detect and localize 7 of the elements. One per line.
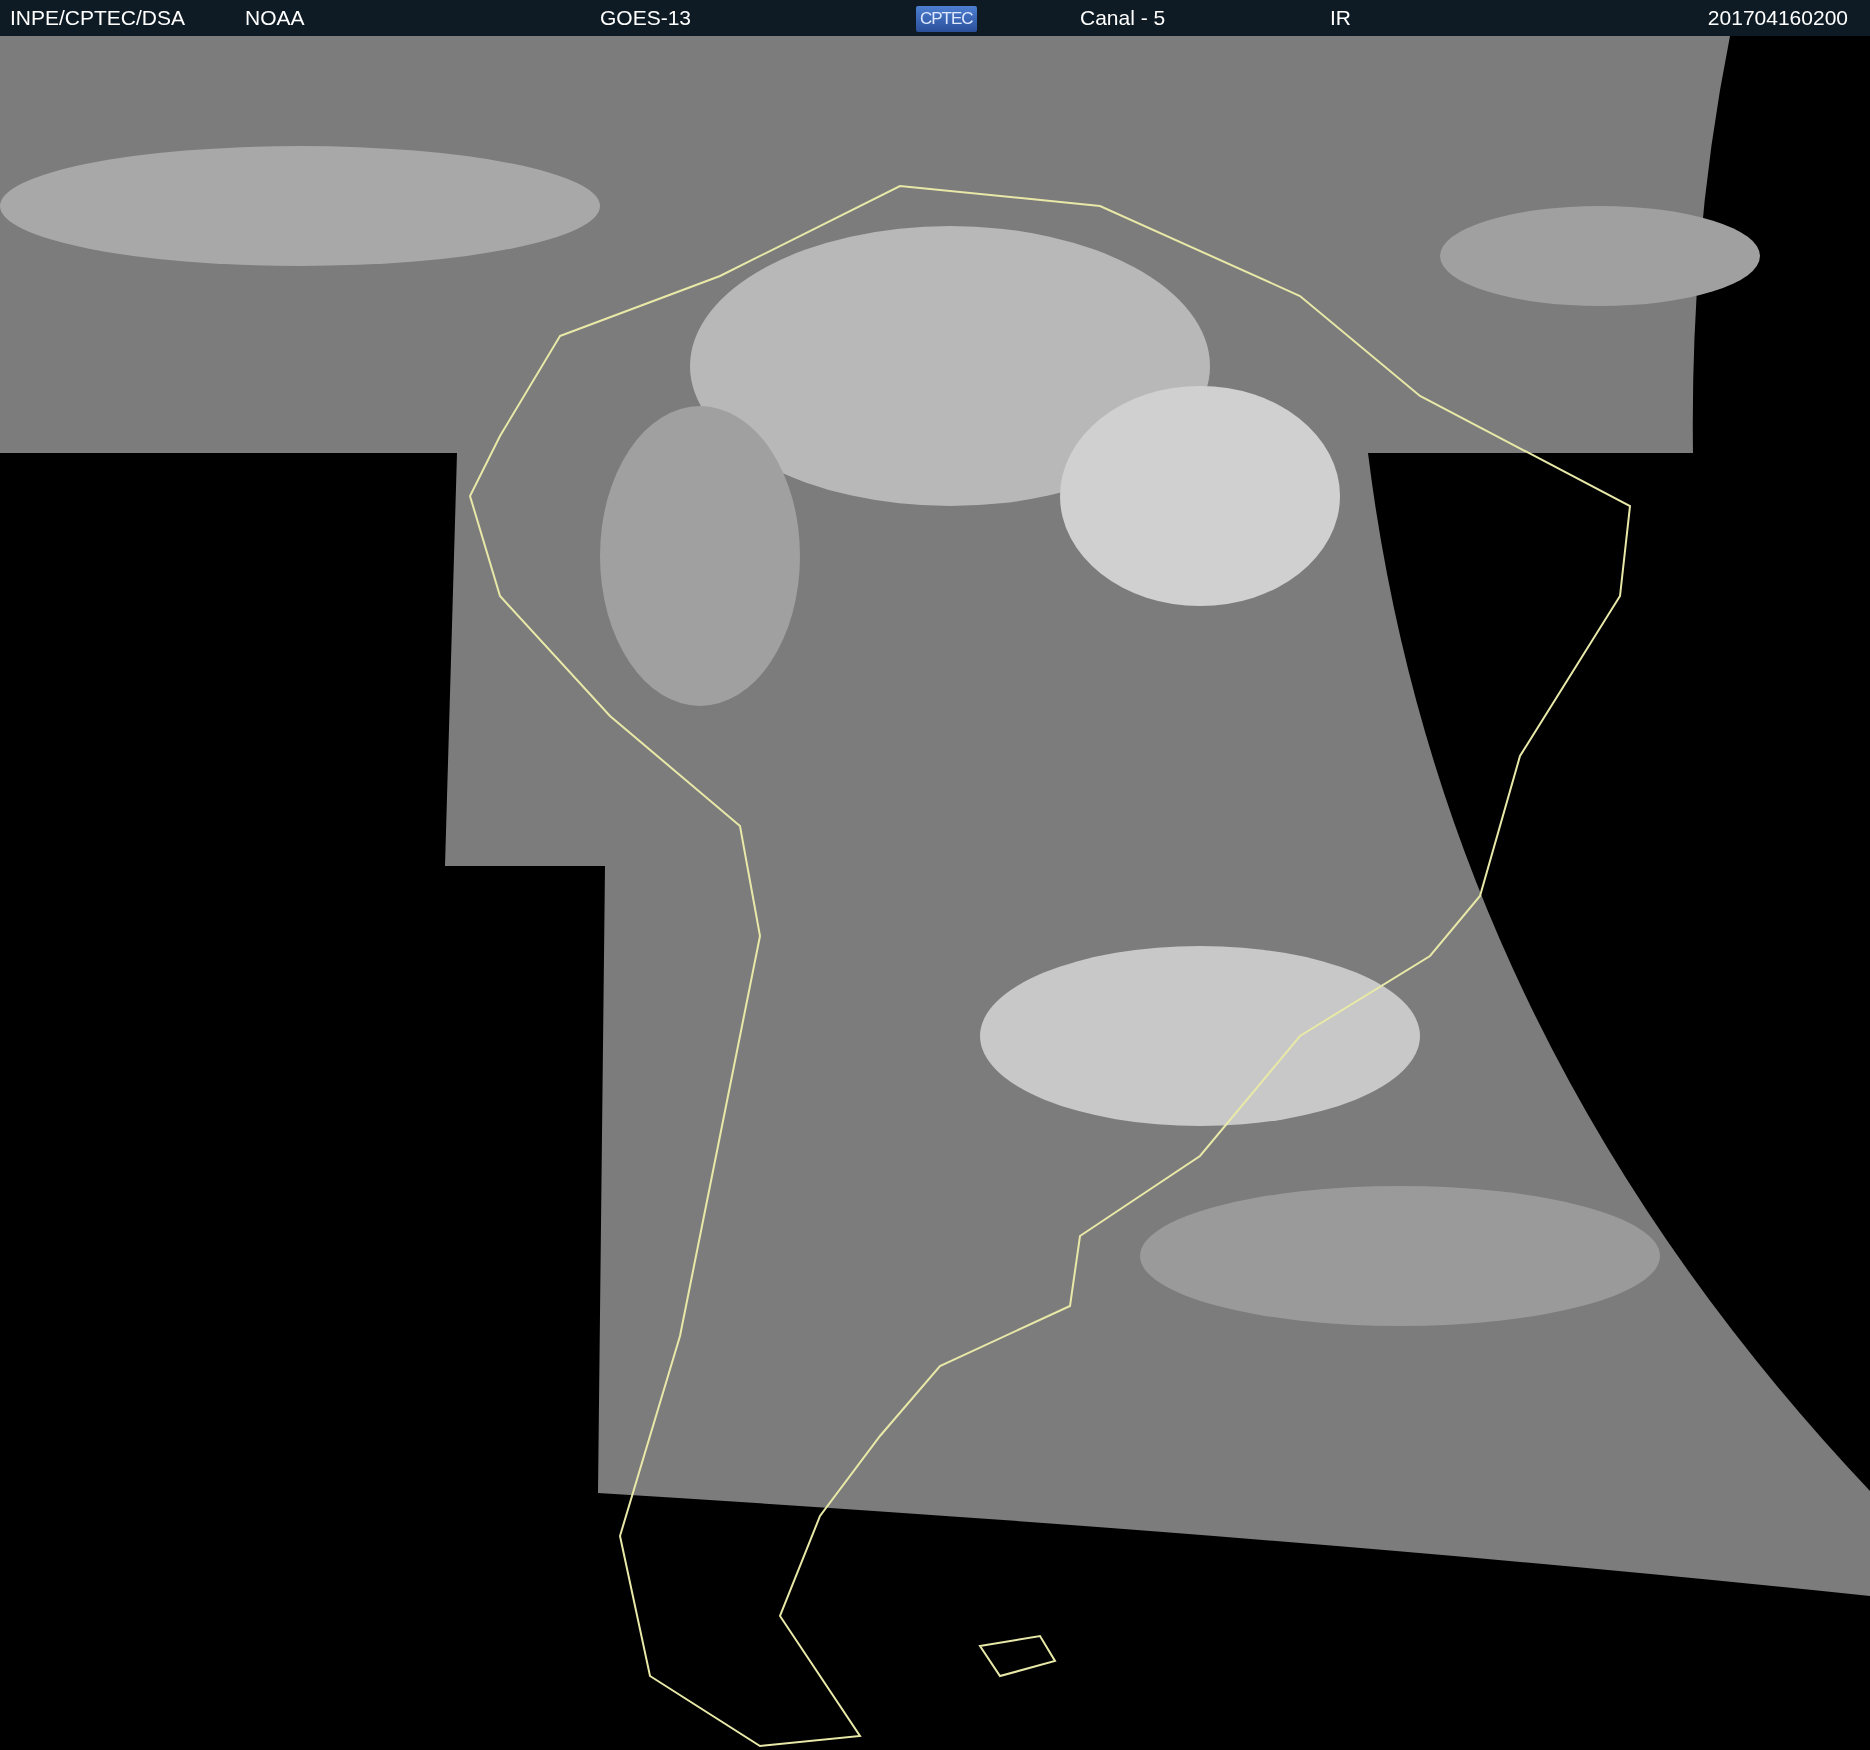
agency-label: NOAA [245,6,306,30]
band-label: IR [1330,6,1352,30]
satellite-label: GOES-13 [600,6,693,30]
channel-label: Canal - 5 [1080,6,1167,30]
source-label: INPE/CPTEC/DSA [10,6,187,30]
logo: CPTEC [916,5,977,32]
timestamp-label: 201704160200 [1707,6,1848,30]
